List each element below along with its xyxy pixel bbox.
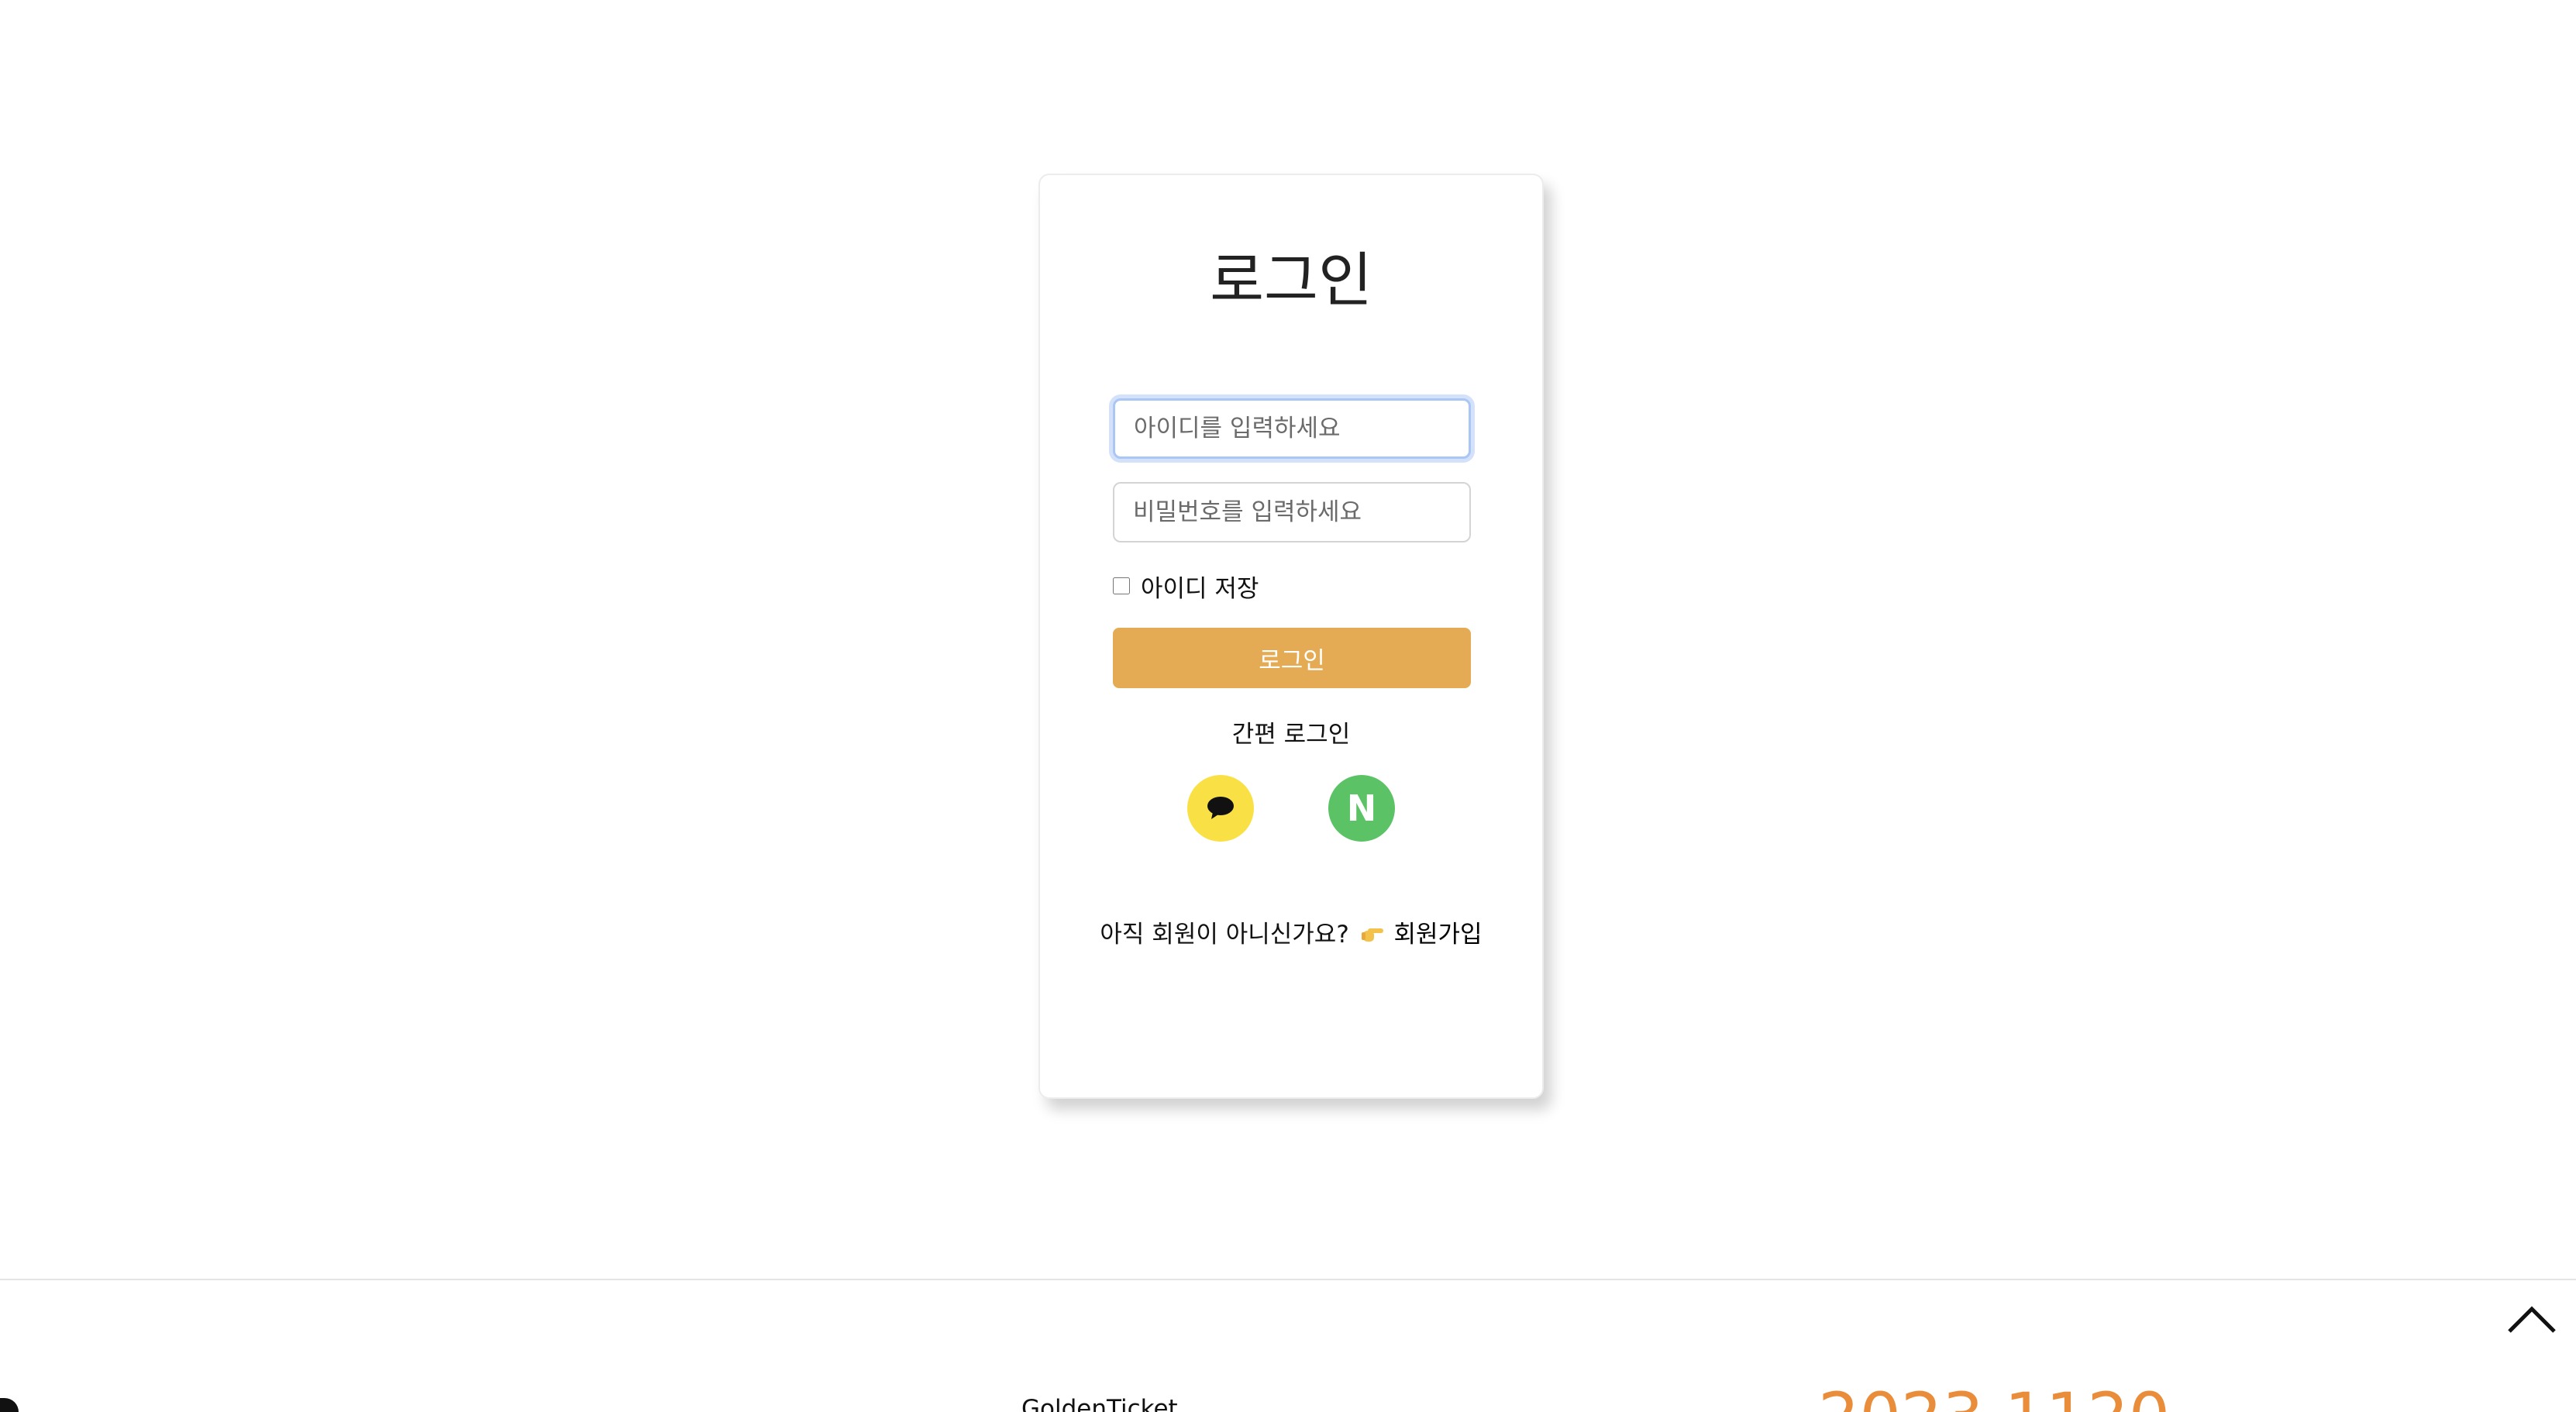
password-input[interactable]	[1113, 482, 1471, 542]
chevron-up-icon	[2508, 1306, 2556, 1333]
footer-brand: GoldenTicket	[1021, 1395, 1178, 1412]
signup-prompt: 아직 회원이 아니신가요?	[1100, 921, 1349, 949]
footer-year-text: 2023 1120	[1818, 1384, 2170, 1412]
signup-row: 아직 회원이 아니신가요? 회원가입	[1040, 914, 1542, 950]
remember-id-checkbox[interactable]	[1113, 577, 1130, 594]
speech-bubble-icon	[1207, 797, 1234, 819]
login-card: 로그인 아이디 저장 로그인 간편 로그인 N 아직 회원이 아니신가요?	[1038, 174, 1544, 1099]
login-button[interactable]: 로그인	[1113, 628, 1471, 688]
scroll-to-top-button[interactable]	[2505, 1302, 2559, 1336]
pointing-hand-icon	[1360, 922, 1385, 950]
remember-id-row[interactable]: 아이디 저장	[1113, 569, 1259, 604]
remember-id-label[interactable]: 아이디 저장	[1141, 569, 1259, 604]
page-title: 로그인	[1210, 246, 1372, 315]
id-input[interactable]	[1113, 398, 1471, 459]
naver-login-button[interactable]: N	[1328, 775, 1395, 842]
corner-mark	[0, 1398, 19, 1412]
signup-link[interactable]: 회원가입	[1394, 921, 1483, 949]
naver-n-icon: N	[1346, 787, 1377, 829]
simple-login-label: 간편 로그인	[1231, 721, 1351, 749]
kakao-login-button[interactable]	[1187, 775, 1254, 842]
login-page: 로그인 아이디 저장 로그인 간편 로그인 N 아직 회원이 아니신가요?	[0, 0, 2576, 1412]
footer-divider	[0, 1279, 2576, 1280]
